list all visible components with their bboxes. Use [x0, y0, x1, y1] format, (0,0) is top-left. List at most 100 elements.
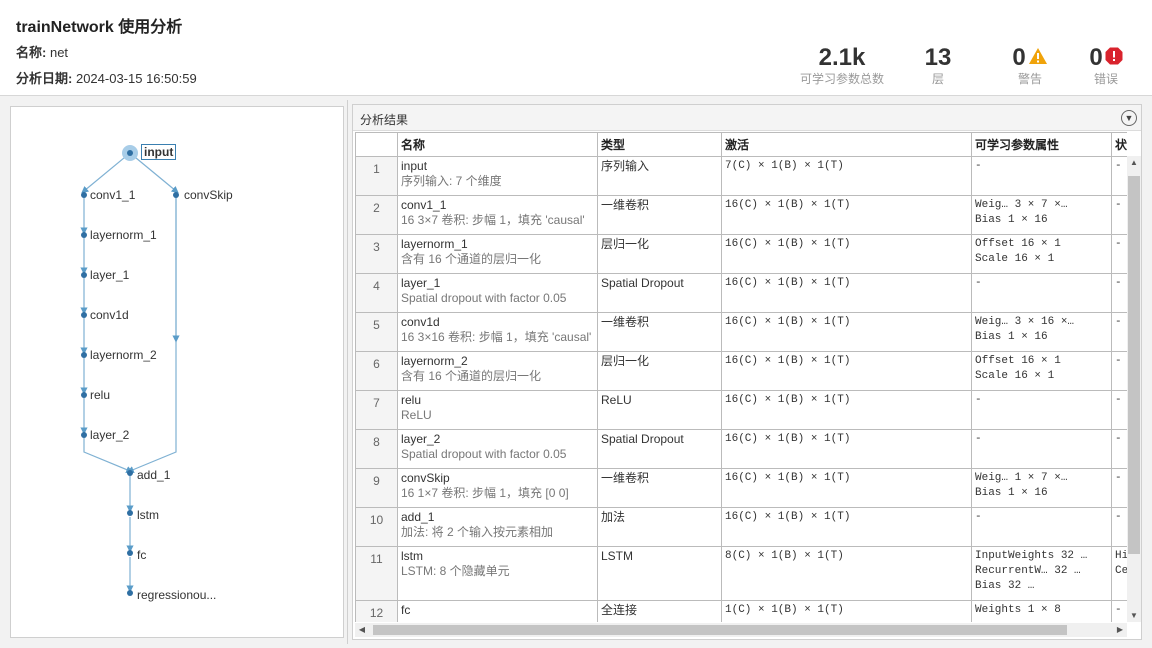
layer-type-cell: 序列输入 [597, 156, 722, 196]
node-add_1[interactable] [127, 470, 133, 476]
results-title: 分析结果 [360, 113, 409, 127]
table-row[interactable]: 9 convSkip 16 1×7 卷积: 步幅 1，填充 [0 0] 一维卷积 16(… [355, 468, 1127, 508]
table-row[interactable]: 8 layer_2 Spatial dropout with factor 0.05… [355, 429, 1127, 469]
warnings-value: 0 [1012, 44, 1026, 71]
page-title: trainNetwork 使用分析 [16, 19, 183, 36]
state-value: - [1115, 394, 1122, 406]
scroll-down-icon[interactable]: ▼ [1127, 611, 1141, 620]
node-layernorm_1[interactable] [81, 232, 87, 238]
node-layernorm_2[interactable] [81, 352, 87, 358]
node-label-fc[interactable]: fc [137, 548, 146, 562]
node-input[interactable] [127, 150, 133, 156]
learnable-cell: Weights 1 × 8 [971, 600, 1112, 622]
node-label-regressionoutput[interactable]: regressionou... [137, 588, 216, 602]
node-regressionoutput[interactable] [127, 590, 133, 596]
col-activation[interactable]: 激活 [721, 132, 972, 157]
col-learnable[interactable]: 可学习参数属性 [971, 132, 1112, 157]
activation-cell: 16(C) × 1(B) × 1(T) [721, 507, 972, 547]
node-label-layer_1[interactable]: layer_1 [90, 268, 129, 282]
activation-size: 8(C) × 1(B) × 1(T) [725, 550, 844, 562]
state-cell: - [1111, 468, 1127, 508]
layer-type-cell: 层归一化 [597, 234, 722, 274]
layer-name-cell: conv1d 16 3×16 卷积: 步幅 1，填充 'causal' [397, 312, 598, 352]
state-cell: Hi Ce [1111, 546, 1127, 601]
state-value: - [1115, 277, 1122, 289]
scroll-left-icon[interactable]: ◀ [355, 625, 369, 634]
node-label-layernorm_2[interactable]: layernorm_2 [90, 348, 157, 362]
activation-size: 16(C) × 1(B) × 1(T) [725, 472, 851, 484]
scroll-up-icon[interactable]: ▲ [1127, 158, 1141, 167]
row-index: 2 [355, 195, 398, 235]
panel-splitter[interactable] [347, 100, 348, 644]
layer-name: layernorm_2 [401, 354, 468, 368]
horizontal-scroll-thumb[interactable] [373, 625, 1067, 635]
state-cell: - [1111, 600, 1127, 622]
node-label-relu[interactable]: relu [90, 388, 110, 402]
node-label-conv1_1[interactable]: conv1_1 [90, 188, 135, 202]
table-row[interactable]: 3 layernorm_1 含有 16 个通道的层归一化 层归一化 16(C) × 1(… [355, 234, 1127, 274]
row-index: 7 [355, 390, 398, 430]
layer-description: 16 1×7 卷积: 步幅 1，填充 [0 0] [401, 486, 569, 500]
stat-warnings[interactable]: 0 警告 [998, 44, 1062, 86]
node-label-lstm[interactable]: lstm [137, 508, 159, 522]
node-relu[interactable] [81, 392, 87, 398]
col-state[interactable]: 状 [1111, 132, 1127, 157]
table-row[interactable]: 2 conv1_1 16 3×7 卷积: 步幅 1，填充 'causal' 一维卷积 1… [355, 195, 1127, 235]
table-row[interactable]: 6 layernorm_2 含有 16 个通道的层归一化 层归一化 16(C) × 1(… [355, 351, 1127, 391]
table-row[interactable]: 11 lstm LSTM: 8 个隐藏单元 LSTM 8(C) × 1(B) × 1(T… [355, 546, 1127, 601]
horizontal-scrollbar[interactable]: ◀ ▶ [355, 623, 1127, 637]
node-conv1d[interactable] [81, 312, 87, 318]
vertical-scroll-thumb[interactable] [1128, 176, 1140, 554]
table-row[interactable]: 7 relu ReLU ReLU 16(C) × 1(B) × 1(T) - - [355, 390, 1127, 430]
layer-name: layernorm_1 [401, 237, 468, 251]
stat-errors[interactable]: 0 错误 [1076, 44, 1136, 86]
learnable-param: Bias 1 × 16 [975, 331, 1048, 343]
node-label-convSkip[interactable]: convSkip [184, 188, 233, 202]
node-label-layernorm_1[interactable]: layernorm_1 [90, 228, 157, 242]
node-fc[interactable] [127, 550, 133, 556]
node-label-layer_2[interactable]: layer_2 [90, 428, 129, 442]
col-name[interactable]: 名称 [397, 132, 598, 157]
node-lstm[interactable] [127, 510, 133, 516]
layer-type: Spatial Dropout [601, 276, 684, 290]
layer-description: ReLU [401, 408, 432, 422]
activation-size: 16(C) × 1(B) × 1(T) [725, 316, 851, 328]
col-type[interactable]: 类型 [597, 132, 722, 157]
learnable-param: Bias 32 … [975, 580, 1035, 592]
layer-type: 一维卷积 [601, 198, 650, 212]
row-index: 5 [355, 312, 398, 352]
node-label-add_1[interactable]: add_1 [137, 468, 170, 482]
results-table-container[interactable]: 名称 类型 激活 可学习参数属性 状 1 input 序列输入: 7 个维度 序列输入… [355, 132, 1127, 622]
table-row[interactable]: 4 layer_1 Spatial dropout with factor 0.05… [355, 273, 1127, 313]
activation-cell: 16(C) × 1(B) × 1(T) [721, 312, 972, 352]
layer-description: 加法: 将 2 个输入按元素相加 [401, 525, 554, 539]
learnable-param: RecurrentW… 32 … [975, 565, 1081, 577]
chevron-down-icon[interactable]: ▼ [1121, 110, 1137, 126]
node-label-conv1d[interactable]: conv1d [90, 308, 129, 322]
learnable-cell: Weig… 3 × 7 ×… Bias 1 × 16 [971, 195, 1112, 235]
table-row[interactable]: 10 add_1 加法: 将 2 个输入按元素相加 加法 16(C) × 1(B) × … [355, 507, 1127, 547]
layer-type: 层归一化 [601, 237, 650, 251]
stat-learnable-params: 2.1k 可学习参数总数 [796, 44, 888, 86]
learnable-cell: - [971, 156, 1112, 196]
node-layer_2[interactable] [81, 432, 87, 438]
layer-type: ReLU [601, 393, 632, 407]
results-table: 名称 类型 激活 可学习参数属性 状 1 input 序列输入: 7 个维度 序列输入… [355, 132, 1127, 622]
table-row[interactable]: 5 conv1d 16 3×16 卷积: 步幅 1，填充 'causal' 一维卷积 1… [355, 312, 1127, 352]
node-label-input[interactable]: input [141, 144, 177, 160]
table-row[interactable]: 1 input 序列输入: 7 个维度 序列输入 7(C) × 1(B) × 1(T) -… [355, 156, 1127, 196]
network-graph-panel[interactable]: input conv1_1 convSkip layernorm_1 layer… [10, 106, 344, 638]
layer-name-cell: add_1 加法: 将 2 个输入按元素相加 [397, 507, 598, 547]
layer-name: relu [401, 393, 422, 407]
node-layer_1[interactable] [81, 272, 87, 278]
node-convSkip[interactable] [173, 192, 179, 198]
network-name: 名称: net [16, 42, 68, 61]
node-conv1_1[interactable] [81, 192, 87, 198]
activation-size: 16(C) × 1(B) × 1(T) [725, 238, 851, 250]
layer-description: 含有 16 个通道的层归一化 [401, 252, 542, 266]
row-index: 9 [355, 468, 398, 508]
vertical-scrollbar[interactable]: ▲ ▼ [1127, 156, 1141, 622]
table-row[interactable]: 12 fc 全连接 1(C) × 1(B) × 1(T) Weights 1 × 8 - [355, 600, 1127, 622]
learnable-param: - [975, 433, 982, 445]
scroll-right-icon[interactable]: ▶ [1113, 625, 1127, 634]
